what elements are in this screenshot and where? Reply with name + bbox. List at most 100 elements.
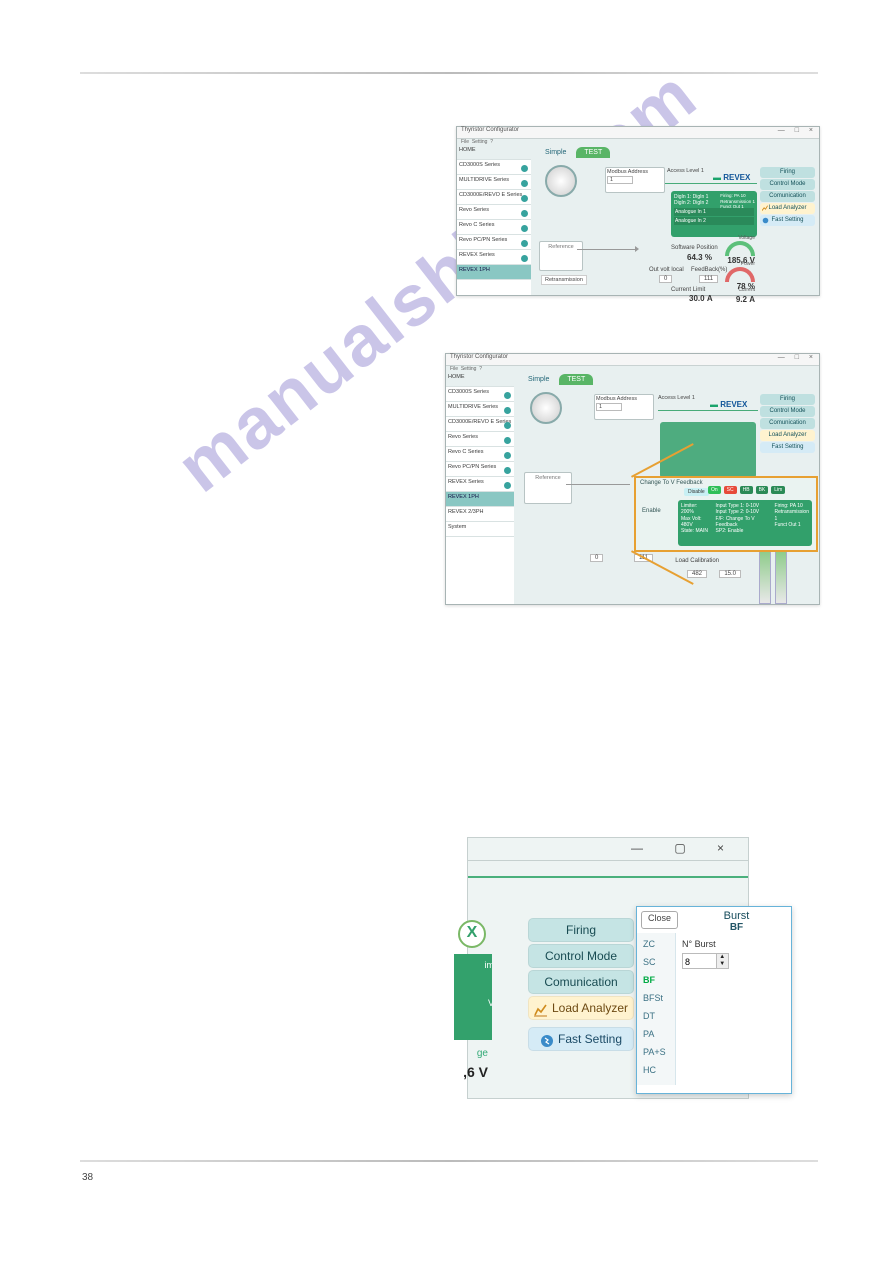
sidebar-item[interactable]: Revo PC/PN Series (446, 462, 514, 477)
comunication-button[interactable]: Comunication (528, 970, 634, 994)
mode-dt[interactable]: DT (637, 1007, 675, 1025)
sidebar-item[interactable]: REVEX 2/3PH (446, 507, 514, 522)
sidebar-home[interactable]: HOME (457, 145, 531, 160)
firing-button[interactable]: Firing (528, 918, 634, 942)
n-burst-stepper[interactable]: ▲▼ (682, 953, 729, 969)
p: This section is used to create an image … (82, 146, 402, 191)
comunication-button[interactable]: Comunication (760, 191, 815, 202)
tab-test[interactable]: TEST (559, 374, 593, 385)
retrans-box: Retransmission (541, 275, 587, 285)
load-cal-label: Load Calibration (675, 558, 719, 564)
p: It is possible to choose between: Zero C… (82, 882, 402, 912)
window-controls[interactable]: — □ × (778, 127, 817, 134)
software-position-value: 64.3 % (687, 253, 712, 262)
sidebar-item[interactable]: System (446, 522, 514, 537)
load-cal-ls[interactable]: 15.0 (719, 570, 741, 578)
load-analyzer-button[interactable]: Load Analyzer (528, 996, 634, 1020)
firing-popup: Close Burst BF ZC SC BF BFSt DT PA PA+S … (636, 906, 792, 1094)
reference-box: Reference (539, 241, 583, 271)
popup-title: Burst BF (682, 907, 791, 933)
sidebar-item[interactable]: Revo PC/PN Series (457, 235, 531, 250)
chart-icon (762, 205, 769, 212)
addr-label: Modbus Address (607, 169, 663, 175)
sidebar-item[interactable]: CD3000E/REVO E Series (457, 190, 531, 205)
access-level: Access Level 1 (658, 395, 695, 401)
load-analyzer-button[interactable]: Load Analyzer (760, 203, 815, 214)
sidebar-item[interactable]: REVEX Series (446, 477, 514, 492)
comunication-button[interactable]: Comunication (760, 418, 815, 429)
sidebar-home[interactable]: HOME (446, 372, 514, 387)
sidebar-item[interactable]: CD3000E/REVO E Series (446, 417, 514, 432)
fast-setting-button[interactable]: Fast Setting (760, 442, 815, 453)
run-icon (762, 217, 769, 224)
reference-knob[interactable] (530, 392, 562, 424)
outvolt-label: Out volt local (649, 267, 684, 273)
unit-block: DigIn 1: DigIn 1 DigIn 2: DigIn 2 Analog… (671, 191, 757, 237)
addr-value[interactable]: 1 (607, 176, 633, 184)
outvolt-value[interactable]: 0 (590, 554, 603, 562)
sidebar-item[interactable]: MULTIDRIVE Series (446, 402, 514, 417)
sidebar-item[interactable]: MULTIDRIVE Series (457, 175, 531, 190)
mode-bf[interactable]: BF (637, 971, 675, 989)
mode-pa[interactable]: PA (637, 1025, 675, 1043)
fast-setting-button[interactable]: Fast Setting (760, 215, 815, 226)
h-simple-section: 10.6.3 Simple Section (82, 124, 225, 143)
sidebar-item[interactable]: Revo Series (457, 205, 531, 220)
control-mode-button[interactable]: Control Mode (760, 406, 815, 417)
unit-slice: X im V ge ,6 V (454, 920, 492, 1095)
p-feedback: Information regarding Input and Referenc… (82, 350, 402, 409)
sidebar-item[interactable]: Revo C Series (457, 220, 531, 235)
sidebar-item[interactable]: CD3000S Series (457, 160, 531, 175)
app-window-1: Thyristor Configurator — □ × File Settin… (456, 126, 820, 296)
close-round-icon[interactable]: X (458, 920, 486, 948)
revex-logo: ▬ REVEX (713, 173, 750, 182)
mode-bfst[interactable]: BFSt (637, 989, 675, 1007)
window-titlebar: Thyristor Configurator — □ × (457, 127, 819, 139)
mode-sc[interactable]: SC (637, 953, 675, 971)
sidebar-item-selected[interactable]: REVEX 1PH (446, 492, 514, 507)
outvolt-value[interactable]: 0 (659, 275, 672, 283)
current-limit-label: Current Limit (671, 287, 705, 293)
window-title: Thyristor Configurator (461, 127, 519, 133)
callout-box: Change To V Feedback Enable Disable On S… (634, 476, 818, 552)
close-button[interactable]: Close (641, 911, 678, 929)
tab-bar: Simple TEST (520, 374, 593, 385)
stepper-arrows[interactable]: ▲▼ (716, 954, 728, 968)
tab-simple[interactable]: Simple (520, 374, 557, 385)
tab-test[interactable]: TEST (576, 147, 610, 158)
mode-zc[interactable]: ZC (637, 935, 675, 953)
n-burst-input[interactable] (683, 956, 713, 968)
connector-line (566, 484, 630, 486)
firing-button[interactable]: Firing (760, 394, 815, 405)
bottom-rule (80, 1160, 818, 1162)
current-gauge: Current 9.2 A (736, 287, 755, 304)
window-controls[interactable]: — ▢ × (631, 841, 738, 855)
sidebar: HOME CD3000S Series MULTIDRIVE Series CD… (457, 145, 531, 295)
window-controls[interactable]: — □ × (778, 354, 817, 361)
p: This section is used to select the firin… (82, 862, 402, 877)
sidebar-item-selected[interactable]: REVEX 1PH (457, 265, 531, 280)
load-cal-lv[interactable]: 482 (687, 570, 707, 578)
callout-disable-btn[interactable]: Disable (684, 488, 709, 496)
reference-knob[interactable] (545, 165, 577, 197)
load-analyzer-button[interactable]: Load Analyzer (760, 430, 815, 441)
sidebar-item[interactable]: REVEX Series (457, 250, 531, 265)
control-mode-button[interactable]: Control Mode (760, 179, 815, 190)
firing-button[interactable]: Firing (760, 167, 815, 178)
p: It is also possible to set Soft Start / … (82, 916, 402, 946)
control-mode-button[interactable]: Control Mode (528, 944, 634, 968)
software-position-label: Software Position (671, 245, 718, 251)
top-rule (80, 72, 818, 74)
mode-pas[interactable]: PA+S (637, 1043, 675, 1061)
mode-hc[interactable]: HC (637, 1061, 675, 1079)
tab-simple[interactable]: Simple (537, 147, 574, 158)
right-button-column: Firing Control Mode Comunication Load An… (760, 167, 815, 227)
chart-icon (534, 1001, 548, 1015)
run-icon (540, 1032, 554, 1046)
sidebar-item[interactable]: Revo Series (446, 432, 514, 447)
fast-setting-button[interactable]: Fast Setting (528, 1027, 634, 1051)
callout-enable: Enable (642, 508, 661, 514)
connector-line (577, 249, 637, 251)
sidebar-item[interactable]: Revo C Series (446, 447, 514, 462)
sidebar-item[interactable]: CD3000S Series (446, 387, 514, 402)
